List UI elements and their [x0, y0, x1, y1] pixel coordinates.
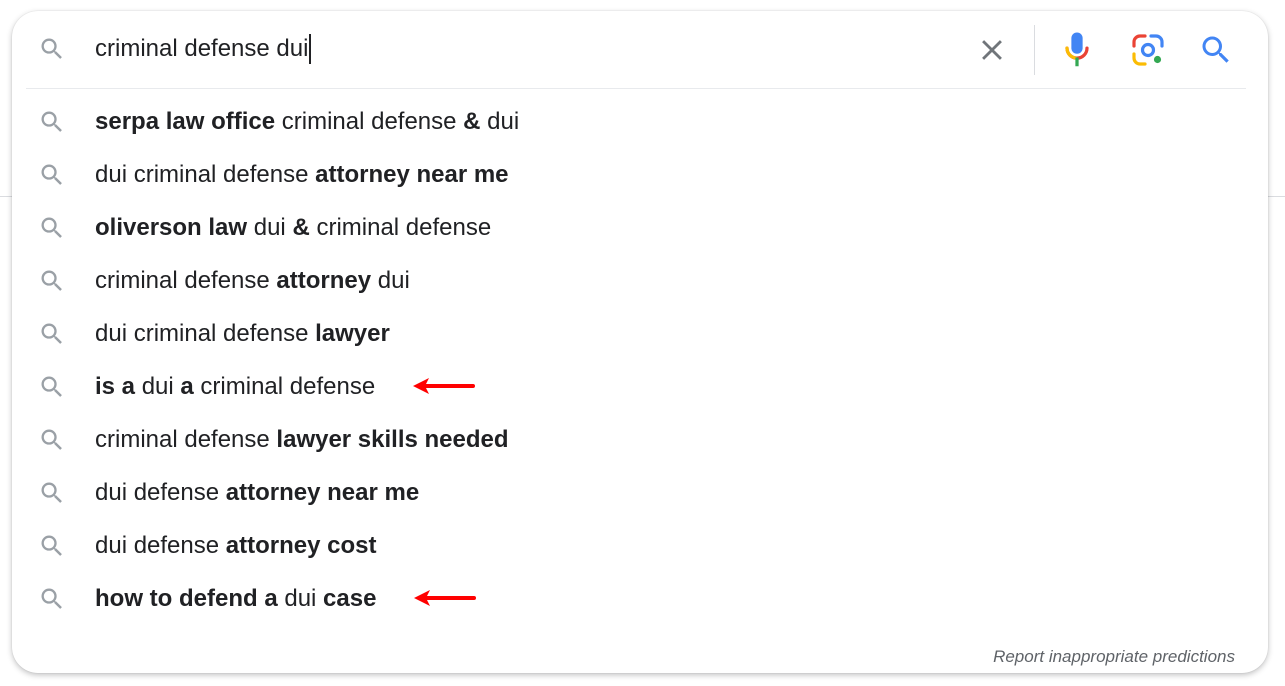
- suggestion-segment: dui defense: [95, 531, 226, 559]
- suggestion-text: is a dui a criminal defense: [95, 372, 375, 402]
- voice-search-button[interactable]: [1062, 31, 1092, 69]
- suggestion-item[interactable]: serpa law office criminal defense & dui: [12, 95, 1268, 148]
- suggestion-bold-segment: attorney cost: [225, 531, 377, 559]
- suggestion-item[interactable]: criminal defense lawyer skills needed: [12, 413, 1268, 466]
- suggestion-text: serpa law office criminal defense & dui: [95, 107, 519, 137]
- suggestion-bold-segment: attorney: [276, 266, 372, 294]
- image-search-button[interactable]: [1130, 32, 1166, 68]
- microphone-icon: [1065, 32, 1089, 67]
- suggestion-segment: dui: [480, 107, 520, 135]
- search-icon: [38, 267, 66, 295]
- suggestion-segment: criminal defense: [95, 425, 277, 453]
- search-icon: [38, 161, 66, 189]
- suggestion-text: how to defend a dui case: [95, 584, 376, 614]
- search-icon: [38, 585, 66, 613]
- search-input[interactable]: criminal defense dui: [95, 32, 312, 66]
- suggestion-text: criminal defense attorney dui: [95, 266, 410, 296]
- suggestion-text: dui defense attorney cost: [95, 531, 376, 561]
- suggestion-segment: dui criminal defense: [95, 319, 316, 347]
- suggestion-segment: criminal defense: [95, 266, 277, 294]
- suggestion-item[interactable]: how to defend a dui case: [12, 572, 1268, 625]
- suggestion-bold-segment: is a: [95, 372, 136, 400]
- suggestion-item[interactable]: dui defense attorney near me: [12, 466, 1268, 519]
- search-query-text: criminal defense dui: [95, 35, 309, 62]
- suggestion-segment: dui defense: [95, 478, 226, 506]
- suggestion-item[interactable]: oliverson law dui & criminal defense: [12, 201, 1268, 254]
- search-icon: [38, 373, 66, 401]
- search-submit-button[interactable]: [1198, 32, 1234, 68]
- search-icon: [38, 479, 66, 507]
- suggestion-text: oliverson law dui & criminal defense: [95, 213, 491, 243]
- suggestion-bold-segment: &: [463, 107, 481, 135]
- suggestion-segment: criminal defense: [193, 372, 376, 400]
- annotation-arrow-icon: [413, 378, 475, 394]
- text-cursor: [309, 34, 312, 64]
- report-predictions-link[interactable]: Report inappropriate predictions: [993, 647, 1235, 667]
- clear-search-button[interactable]: [975, 33, 1009, 67]
- suggestion-bold-segment: case: [323, 584, 377, 612]
- search-autocomplete-panel: criminal defense dui serpa law office cr…: [12, 11, 1268, 673]
- suggestion-text: criminal defense lawyer skills needed: [95, 425, 509, 455]
- suggestion-text: dui defense attorney near me: [95, 478, 419, 508]
- suggestion-bold-segment: attorney near me: [315, 160, 509, 188]
- annotation-arrow-icon: [414, 590, 476, 606]
- search-icon: [38, 214, 66, 242]
- search-icon: [38, 532, 66, 560]
- suggestion-segment: dui: [135, 372, 181, 400]
- suggestion-text: dui criminal defense attorney near me: [95, 160, 509, 190]
- suggestion-segment: dui: [277, 584, 324, 612]
- search-icon: [38, 426, 66, 454]
- suggestion-bold-segment: &: [292, 213, 310, 241]
- suggestion-bold-segment: a: [180, 372, 194, 400]
- search-icon: [38, 35, 66, 63]
- icon-separator: [1034, 25, 1035, 75]
- suggestion-list: serpa law office criminal defense & dui d…: [12, 95, 1268, 625]
- suggestion-bold-segment: lawyer: [315, 319, 390, 347]
- search-icon: [38, 108, 66, 136]
- suggestion-item[interactable]: dui criminal defense lawyer: [12, 307, 1268, 360]
- suggestion-segment: criminal defense: [275, 107, 464, 135]
- suggestion-text: dui criminal defense lawyer: [95, 319, 390, 349]
- close-icon: [982, 40, 1002, 60]
- suggestion-bold-segment: oliverson law: [95, 213, 248, 241]
- suggestion-item[interactable]: is a dui a criminal defense: [12, 360, 1268, 413]
- suggestion-segment: dui: [371, 266, 410, 294]
- suggestion-segment: dui criminal defense: [95, 160, 316, 188]
- suggestion-item[interactable]: dui criminal defense attorney near me: [12, 148, 1268, 201]
- search-icon: [1202, 36, 1229, 63]
- suggestion-item[interactable]: criminal defense attorney dui: [12, 254, 1268, 307]
- search-icon: [38, 320, 66, 348]
- suggestion-bold-segment: how to defend a: [95, 584, 278, 612]
- suggestion-bold-segment: attorney near me: [225, 478, 420, 506]
- suggestion-item[interactable]: dui defense attorney cost: [12, 519, 1268, 572]
- suggestion-segment: dui: [247, 213, 293, 241]
- suggestion-segment: criminal defense: [309, 213, 492, 241]
- camera-lens-icon: [1132, 34, 1164, 66]
- searchbar-divider: [26, 88, 1246, 89]
- suggestion-bold-segment: lawyer skills needed: [276, 425, 509, 453]
- suggestion-bold-segment: serpa law office: [95, 107, 276, 135]
- search-bar: criminal defense dui: [12, 11, 1268, 89]
